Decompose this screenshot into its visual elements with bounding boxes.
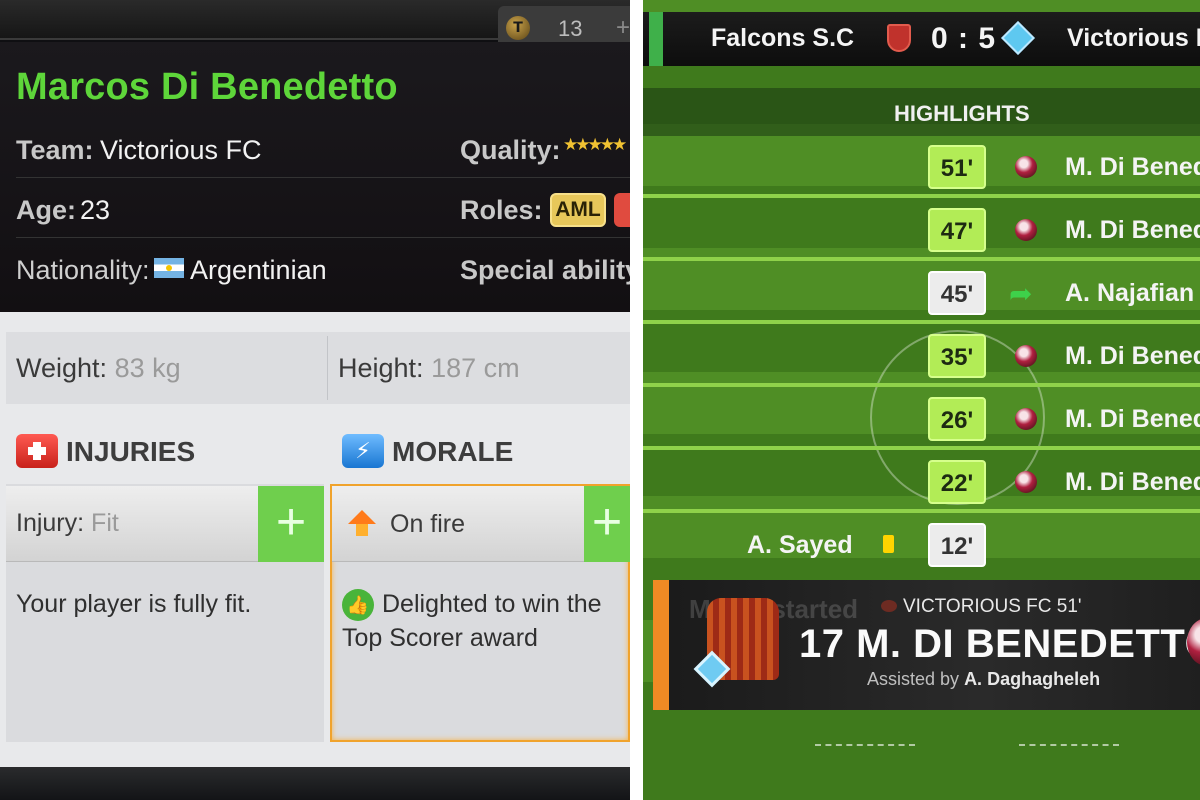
scoreboard-accent [649, 12, 663, 66]
morale-plus-button[interactable]: + [584, 486, 630, 562]
height-label: Height: [338, 353, 424, 383]
event-player[interactable]: M. Di Benedetto [1065, 216, 1200, 245]
away-team: Victorious FC [1067, 24, 1200, 52]
event-minute: 35' [928, 334, 986, 378]
banner-team-minute: VICTORIOUS FC 51' [903, 596, 1082, 617]
role-badge-secondary[interactable] [614, 193, 630, 227]
divider [327, 336, 328, 400]
event-minute: 26' [928, 397, 986, 441]
argentina-flag-icon [154, 258, 184, 278]
weight-value: 83 kg [114, 353, 181, 383]
pitch-line [1019, 744, 1119, 746]
match-highlights-panel: Falcons S.C 0 : 5 Victorious FC HIGHLIGH… [643, 0, 1200, 800]
banner-assist: Assisted by A. Daghagheleh [867, 669, 1100, 690]
event-divider [643, 320, 1200, 324]
injury-label: Injury: [16, 509, 85, 537]
arrow-up-icon [348, 510, 376, 536]
morale-description: Delighted to win the Top Scorer award [342, 590, 602, 652]
event-player[interactable]: M. Di Benedetto [1065, 405, 1200, 434]
age-value: 23 [80, 195, 111, 225]
injuries-title: INJURIES [66, 436, 196, 467]
assist-player: A. Daghagheleh [964, 669, 1101, 689]
yellow-card-icon [883, 535, 894, 553]
event-minute: 12' [928, 523, 986, 567]
injury-plus-button[interactable]: + [258, 486, 324, 562]
weight-stat: Weight: 83 kg [16, 353, 181, 384]
add-currency-button[interactable]: + [616, 14, 630, 42]
first-aid-icon [16, 434, 58, 468]
event-player[interactable]: A. Najafian [1065, 279, 1194, 308]
special-ability-label[interactable]: Special ability [460, 255, 630, 286]
home-team-crest-icon [887, 24, 911, 52]
player-name: Marcos Di Benedetto [16, 66, 398, 108]
event-minute: 22' [928, 460, 986, 504]
height-stat: Height: 187 cm [338, 353, 520, 384]
divider [16, 237, 630, 238]
quality-stars-icon: ★★★★★ [563, 135, 627, 154]
lightning-icon: ⚡ [342, 434, 384, 468]
event-player[interactable]: M. Di Benedetto [1065, 153, 1200, 182]
injury-value: Fit [91, 509, 119, 537]
event-divider [643, 446, 1200, 450]
goal-ball-icon [1015, 408, 1037, 430]
bottom-bar [0, 767, 630, 800]
currency-count: 13 [558, 16, 583, 41]
goal-banner-accent [653, 580, 669, 710]
nationality-value: Argentinian [190, 255, 327, 285]
goal-ball-icon [1015, 471, 1037, 493]
nationality-label: Nationality: [16, 255, 150, 285]
goal-ball-icon [1015, 156, 1037, 178]
banner-scorer: 17 M. DI BENEDETTO [799, 622, 1200, 666]
pitch-bottom [643, 720, 1200, 800]
height-value: 187 cm [431, 353, 520, 383]
event-divider [643, 383, 1200, 387]
event-player[interactable]: M. Di Benedetto [1065, 342, 1200, 371]
highlights-title: HIGHLIGHTS [894, 101, 1030, 126]
event-divider [643, 194, 1200, 198]
event-player[interactable]: M. Di Benedetto [1065, 468, 1200, 497]
event-divider [643, 509, 1200, 513]
pitch-line [815, 744, 915, 746]
injury-status: Injury: Fit [16, 509, 119, 538]
morale-status: On fire [390, 510, 466, 538]
match-score: 0 : 5 [931, 22, 997, 55]
team-label: Team: [16, 135, 94, 165]
home-team: Falcons S.C [711, 24, 855, 52]
coin-icon: T [506, 16, 530, 40]
goal-ball-icon [1015, 219, 1037, 241]
divider [16, 177, 630, 178]
event-minute: 45' [928, 271, 986, 315]
event-divider [643, 257, 1200, 261]
substitution-arrow-icon: ➦ [1009, 278, 1033, 309]
event-minute: 47' [928, 208, 986, 252]
event-player[interactable]: A. Sayed [747, 531, 853, 560]
assist-label: Assisted by [867, 669, 960, 689]
weight-label: Weight: [16, 353, 108, 383]
player-profile-panel: T 13 + Marcos Di Benedetto Team: Victori… [0, 0, 630, 800]
injury-description: Your player is fully fit. [16, 590, 252, 618]
roles-label: Roles: [460, 195, 543, 225]
team-value[interactable]: Victorious FC [100, 135, 262, 166]
event-minute: 51' [928, 145, 986, 189]
role-badge[interactable]: AML [550, 193, 606, 227]
morale-title: MORALE [392, 436, 514, 467]
goal-ball-icon [1015, 345, 1037, 367]
age-label: Age: [16, 195, 76, 225]
ball-icon [881, 600, 897, 612]
quality-label: Quality: [460, 135, 561, 165]
